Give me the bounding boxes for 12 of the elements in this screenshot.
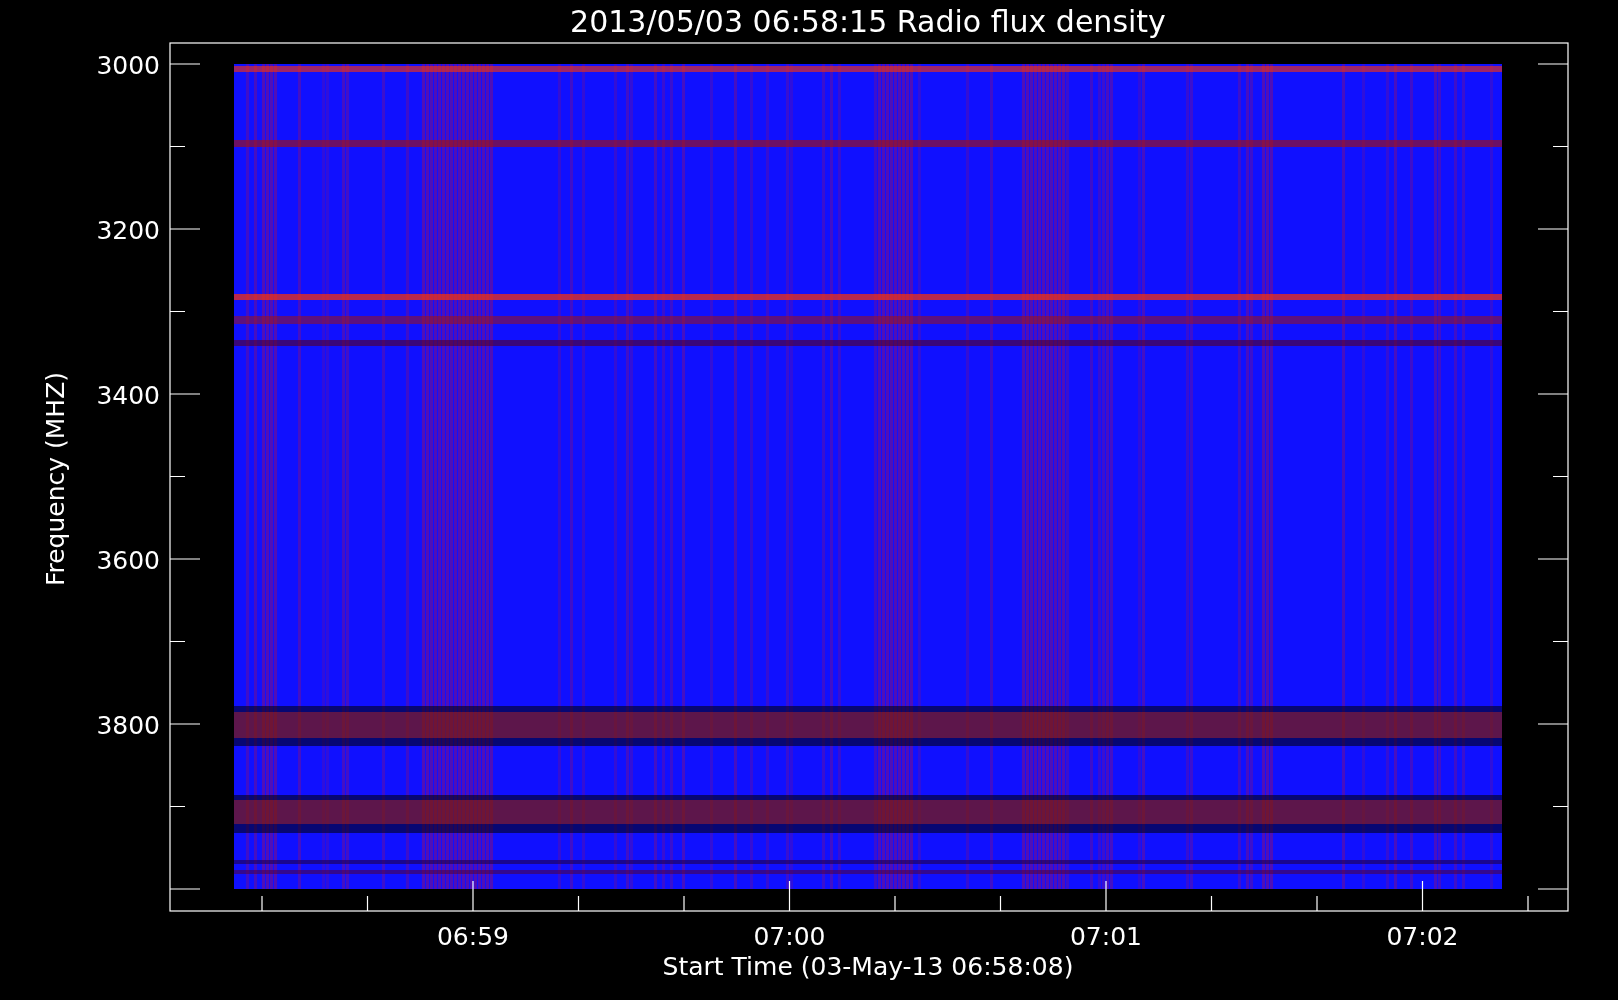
y-axis-label: Frequency (MHZ): [41, 371, 70, 587]
x-tick-label: 07:00: [753, 922, 826, 951]
y-tick-label: 3800: [96, 711, 160, 740]
x-tick-label: 07:02: [1386, 922, 1459, 951]
y-tick-label: 3600: [96, 546, 160, 575]
x-tick-label: 06:59: [437, 922, 509, 951]
y-tick-label: 3200: [96, 216, 160, 245]
x-axis-label: Start Time (03-May-13 06:58:08): [662, 952, 1074, 981]
x-tick-label: 07:01: [1070, 922, 1142, 951]
y-tick-label: 3000: [96, 51, 160, 80]
y-tick-label: 3400: [96, 381, 160, 410]
chart-title: 2013/05/03 06:58:15 Radio flux density: [570, 4, 1166, 39]
